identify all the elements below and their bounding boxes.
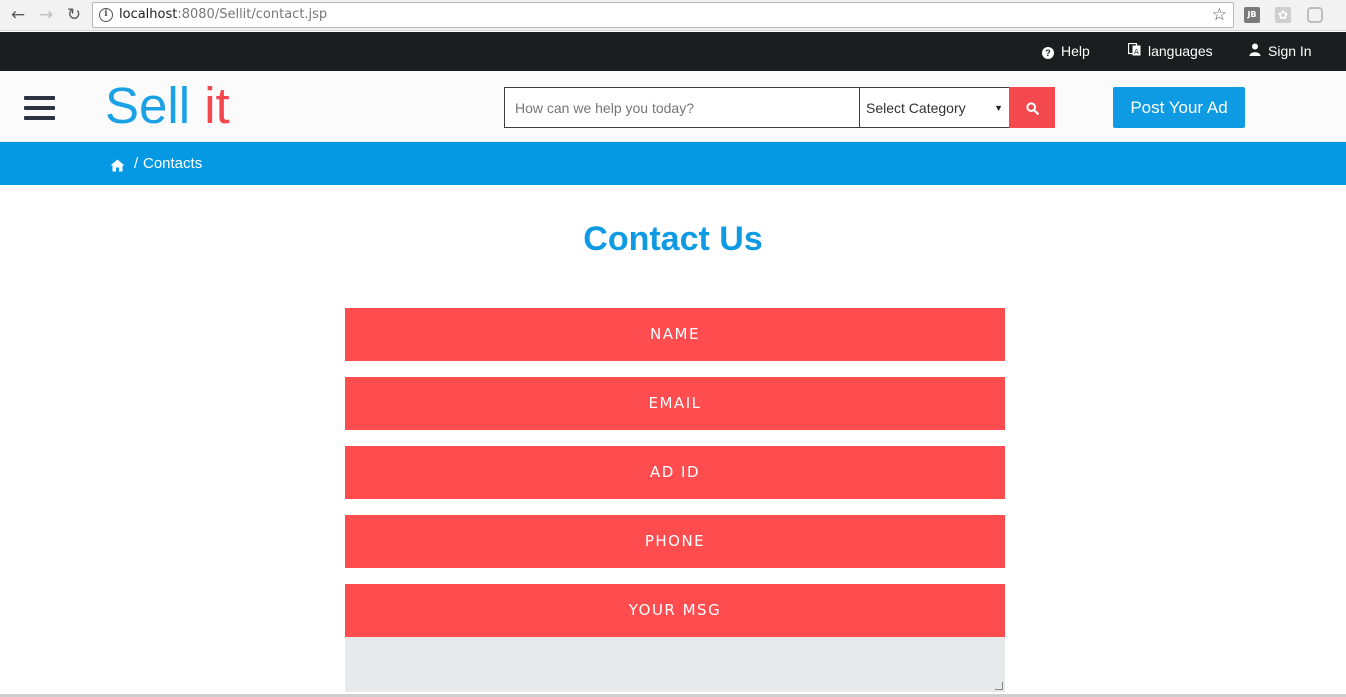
signin-label: Sign In bbox=[1268, 43, 1312, 59]
breadcrumb-current: Contacts bbox=[143, 155, 203, 172]
message-textarea[interactable] bbox=[345, 637, 1005, 692]
breadcrumb-separator: / bbox=[134, 155, 139, 172]
category-selected-value: Select Category bbox=[866, 100, 966, 116]
search-input[interactable] bbox=[504, 87, 860, 128]
search-icon bbox=[1025, 102, 1039, 115]
jetbrains-extension-icon[interactable]: JB bbox=[1244, 7, 1260, 23]
info-icon[interactable]: i bbox=[99, 8, 113, 22]
svg-text:A: A bbox=[1134, 48, 1139, 56]
signin-link[interactable]: Sign In bbox=[1249, 32, 1312, 71]
help-label: Help bbox=[1061, 43, 1090, 59]
site-header: Sell it Select Category ▼ Post Your Ad bbox=[0, 71, 1346, 142]
ad-id-field[interactable]: AD ID bbox=[345, 446, 1005, 499]
url-path: :8080/Sellit/contact.jsp bbox=[177, 7, 328, 22]
category-select[interactable]: Select Category ▼ bbox=[859, 87, 1010, 128]
breadcrumb: / Contacts bbox=[0, 142, 1346, 185]
browser-chrome: ← → ↻ i localhost:8080/Sellit/contact.js… bbox=[0, 0, 1346, 31]
email-field[interactable]: EMAIL bbox=[345, 377, 1005, 430]
dropdown-arrow-icon: ▼ bbox=[994, 103, 1003, 113]
back-icon[interactable]: ← bbox=[7, 5, 29, 25]
shield-extension-icon[interactable] bbox=[1307, 7, 1323, 23]
forward-icon[interactable]: → bbox=[35, 5, 57, 25]
star-icon[interactable]: ☆ bbox=[1212, 5, 1227, 25]
logo-it: it bbox=[204, 77, 230, 134]
site-logo[interactable]: Sell it bbox=[105, 77, 230, 135]
help-link[interactable]: ? Help bbox=[1042, 32, 1090, 71]
post-ad-button[interactable]: Post Your Ad bbox=[1113, 87, 1245, 128]
url-text[interactable]: localhost:8080/Sellit/contact.jsp bbox=[119, 7, 327, 22]
search-button[interactable] bbox=[1009, 87, 1055, 128]
home-icon[interactable] bbox=[110, 157, 125, 172]
languages-link[interactable]: A languages bbox=[1127, 32, 1213, 72]
address-bar[interactable]: i localhost:8080/Sellit/contact.jsp ☆ bbox=[92, 2, 1234, 28]
pdf-extension-icon[interactable]: ✿ bbox=[1275, 7, 1291, 23]
user-icon bbox=[1249, 33, 1261, 72]
page-title: Contact Us bbox=[583, 220, 763, 258]
help-icon: ? bbox=[1042, 47, 1054, 59]
name-field[interactable]: NAME bbox=[345, 308, 1005, 361]
languages-label: languages bbox=[1148, 43, 1213, 59]
reload-icon[interactable]: ↻ bbox=[63, 5, 85, 25]
resize-handle[interactable] bbox=[995, 682, 1003, 690]
language-icon: A bbox=[1127, 33, 1141, 72]
phone-field[interactable]: PHONE bbox=[345, 515, 1005, 568]
hamburger-icon[interactable] bbox=[24, 96, 55, 120]
top-bar: ? Help A languages Sign In bbox=[0, 32, 1346, 71]
url-host: localhost bbox=[119, 7, 178, 22]
logo-sell: Sell bbox=[105, 77, 191, 134]
message-label: YOUR MSG bbox=[345, 584, 1005, 637]
